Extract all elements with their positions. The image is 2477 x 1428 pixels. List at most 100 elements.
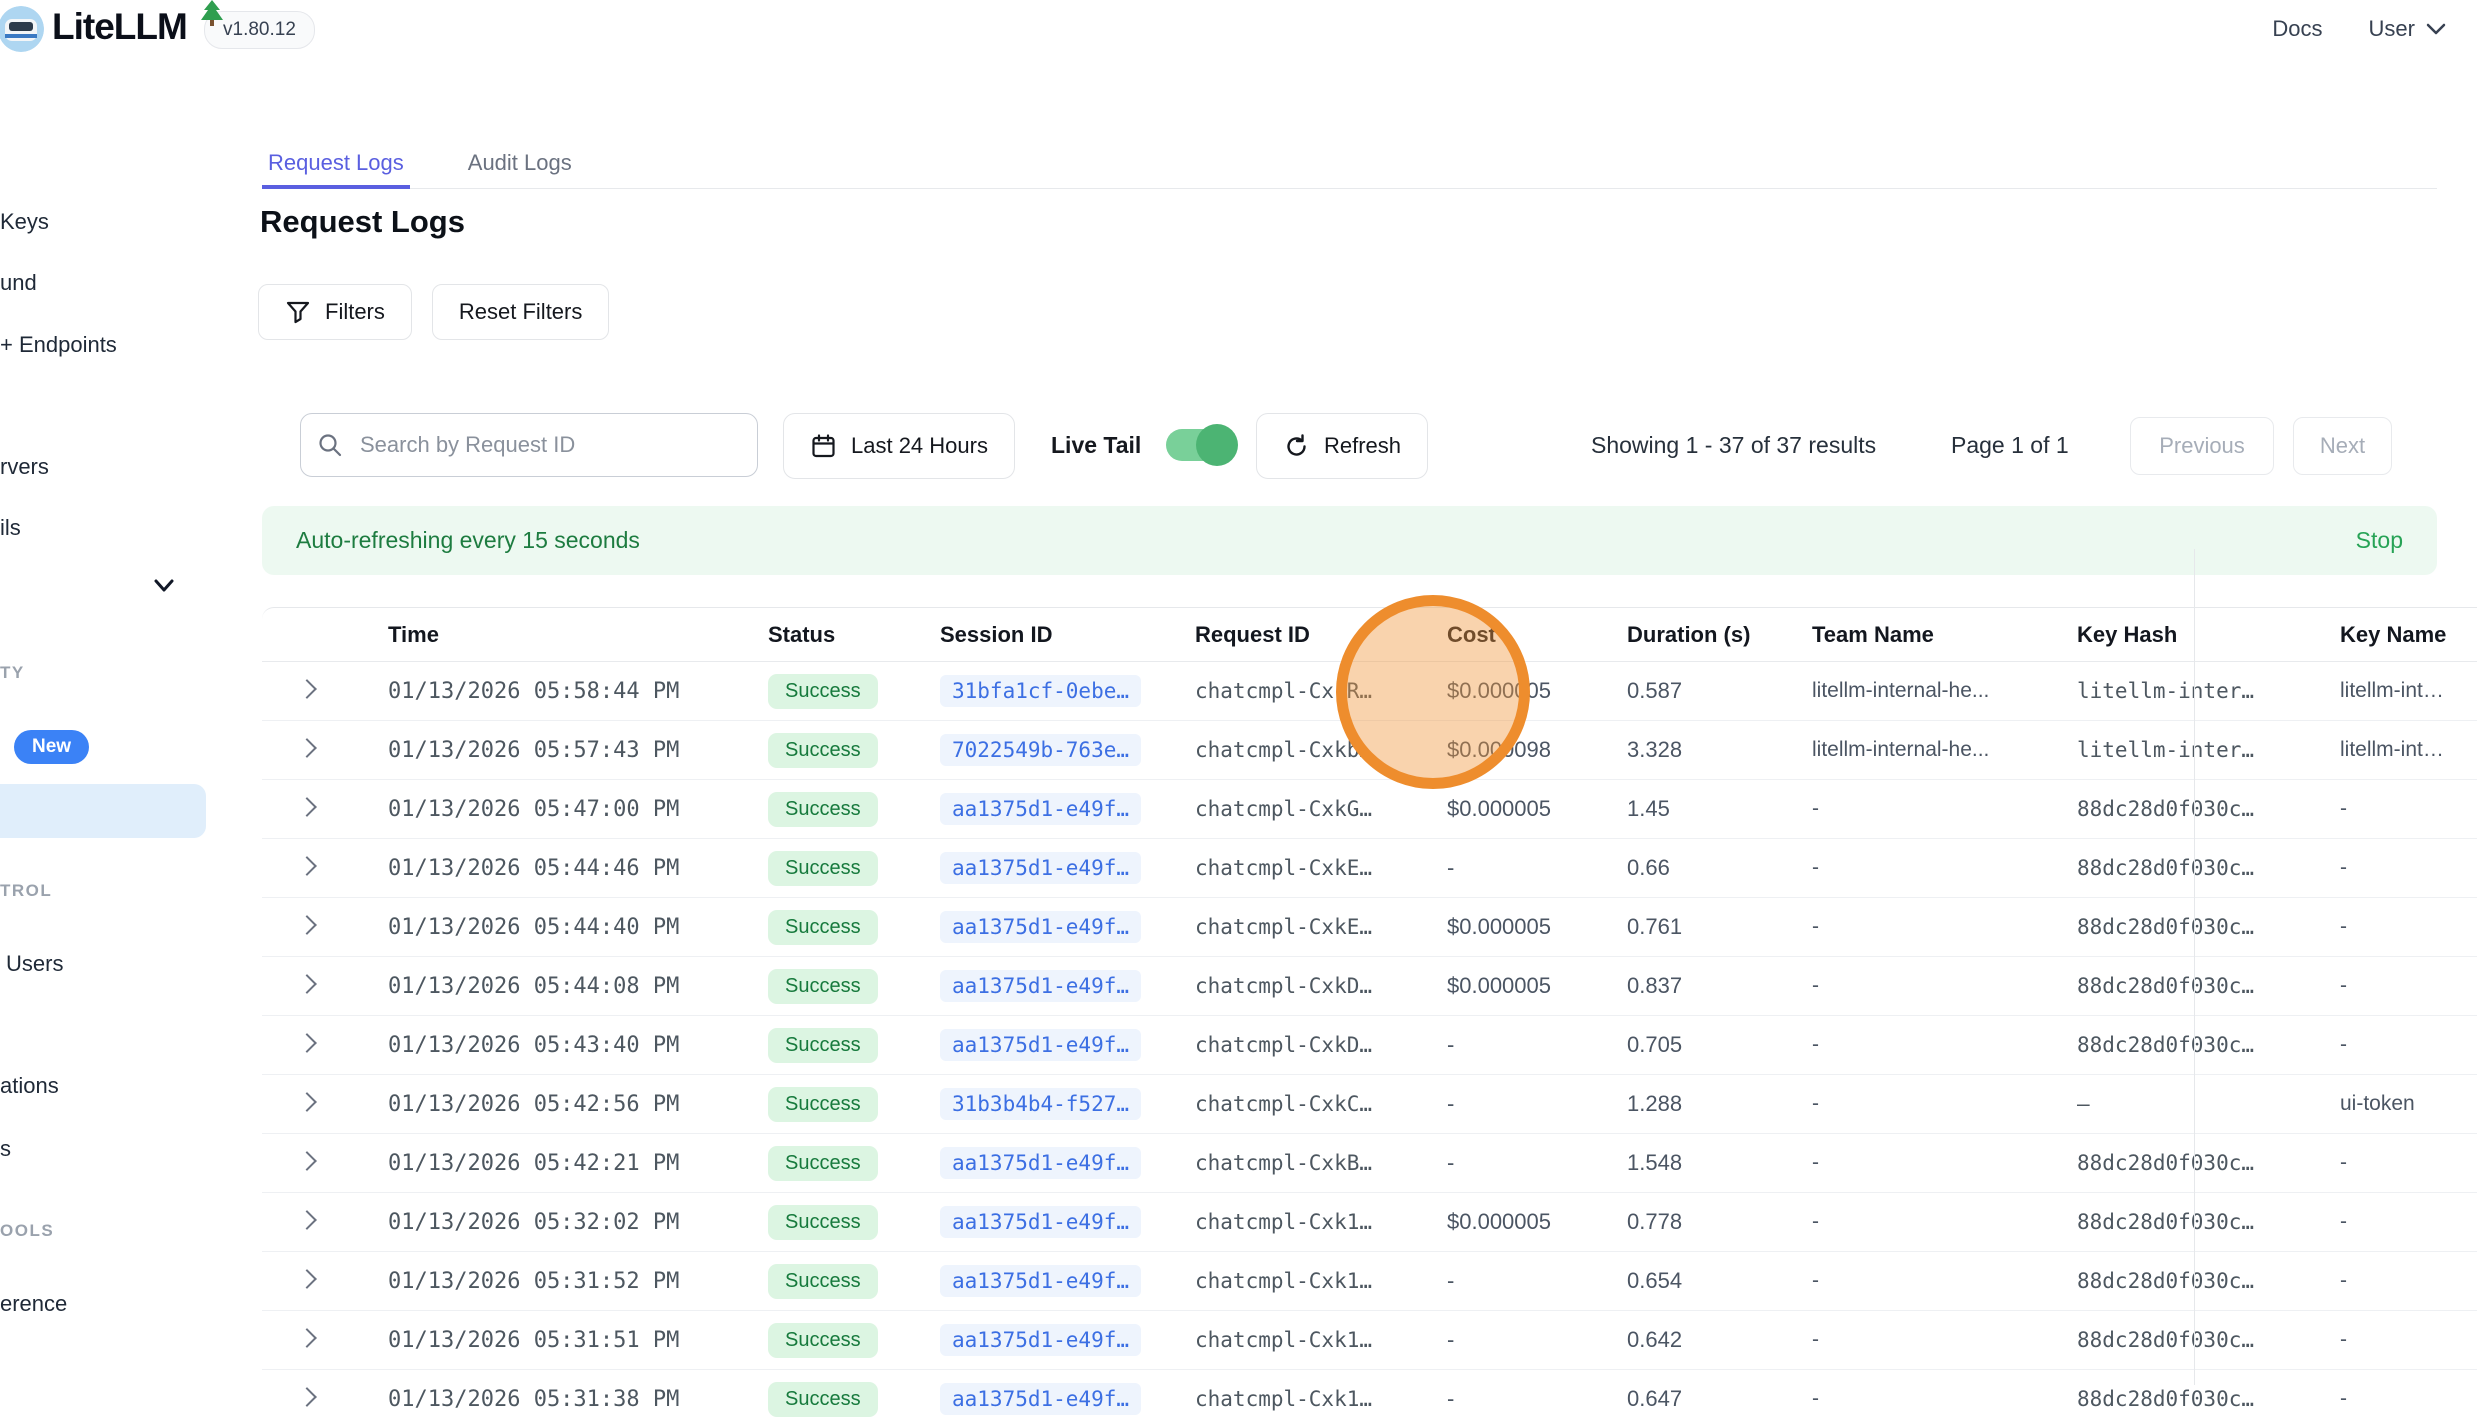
- session-id-link[interactable]: aa1375d1-e49f…: [940, 1265, 1141, 1297]
- request-id: chatcmpl-Cxk1…: [1195, 1328, 1372, 1352]
- tab-audit-logs[interactable]: Audit Logs: [462, 140, 578, 189]
- funnel-icon: [285, 299, 311, 325]
- duration-value: 0.66: [1627, 855, 1670, 880]
- status-badge: Success: [768, 1323, 878, 1358]
- user-menu[interactable]: User: [2369, 16, 2447, 42]
- cost-value: -: [1447, 1327, 1454, 1352]
- row-expand-chevron-icon[interactable]: [297, 915, 317, 935]
- row-time: 01/13/2026 05:43:40 PM: [388, 1033, 679, 1058]
- cost-value: $0.000005: [1447, 1209, 1551, 1234]
- key-name: -: [2340, 1210, 2347, 1233]
- log-table-row[interactable]: 01/13/2026 05:31:52 PM Success aa1375d1-…: [262, 1252, 2477, 1311]
- log-table-row[interactable]: 01/13/2026 05:43:40 PM Success aa1375d1-…: [262, 1016, 2477, 1075]
- row-time: 01/13/2026 05:44:08 PM: [388, 974, 679, 999]
- previous-page-button[interactable]: Previous: [2130, 417, 2274, 475]
- status-badge: Success: [768, 1264, 878, 1299]
- session-id-link[interactable]: aa1375d1-e49f…: [940, 1324, 1141, 1356]
- sidebar-item-keys[interactable]: Keys: [0, 209, 49, 235]
- row-expand-chevron-icon[interactable]: [297, 1092, 317, 1112]
- request-id: chatcmpl-Cxkb…: [1195, 738, 1372, 762]
- row-time: 01/13/2026 05:44:46 PM: [388, 856, 679, 881]
- row-expand-chevron-icon[interactable]: [297, 856, 317, 876]
- col-key-name: Key Name: [2340, 608, 2477, 662]
- sidebar-item-teams[interactable]: s: [0, 1136, 11, 1162]
- sidebar-item-guardrails[interactable]: ils: [0, 515, 21, 541]
- row-expand-chevron-icon[interactable]: [297, 1328, 317, 1348]
- key-name: litellm-int…: [2340, 679, 2444, 702]
- row-expand-chevron-icon[interactable]: [297, 1033, 317, 1053]
- tab-bar: Request Logs Audit Logs: [262, 140, 2437, 189]
- log-table-row[interactable]: 01/13/2026 05:42:21 PM Success aa1375d1-…: [262, 1134, 2477, 1193]
- refresh-button-label: Refresh: [1324, 433, 1401, 459]
- log-table-row[interactable]: 01/13/2026 05:47:00 PM Success aa1375d1-…: [262, 780, 2477, 839]
- key-name: -: [2340, 797, 2347, 820]
- log-table-row[interactable]: 01/13/2026 05:44:08 PM Success aa1375d1-…: [262, 957, 2477, 1016]
- filters-button[interactable]: Filters: [258, 284, 412, 340]
- row-time: 01/13/2026 05:31:51 PM: [388, 1328, 679, 1353]
- log-table-row[interactable]: 01/13/2026 05:57:43 PM Success 7022549b-…: [262, 721, 2477, 780]
- row-expand-chevron-icon[interactable]: [297, 738, 317, 758]
- sidebar-item-organizations[interactable]: ations: [0, 1073, 59, 1099]
- status-badge: Success: [768, 1028, 878, 1063]
- session-id-link[interactable]: aa1375d1-e49f…: [940, 852, 1141, 884]
- log-table-row[interactable]: 01/13/2026 05:32:02 PM Success aa1375d1-…: [262, 1193, 2477, 1252]
- session-id-link[interactable]: aa1375d1-e49f…: [940, 1029, 1141, 1061]
- docs-link[interactable]: Docs: [2272, 16, 2322, 42]
- key-hash: 88dc28d0f030c…: [2077, 1269, 2254, 1293]
- reset-filters-button[interactable]: Reset Filters: [432, 284, 609, 340]
- row-expand-chevron-icon[interactable]: [297, 1269, 317, 1289]
- request-id: chatcmpl-Cxk1…: [1195, 1269, 1372, 1293]
- log-table-row[interactable]: 01/13/2026 05:58:44 PM Success 31bfa1cf-…: [262, 662, 2477, 721]
- cost-value: -: [1447, 1032, 1454, 1057]
- key-hash: 88dc28d0f030c…: [2077, 915, 2254, 939]
- row-expand-chevron-icon[interactable]: [297, 1151, 317, 1171]
- session-id-link[interactable]: aa1375d1-e49f…: [940, 1383, 1141, 1415]
- time-range-label: Last 24 Hours: [851, 433, 988, 459]
- sidebar-item-servers[interactable]: rvers: [0, 454, 49, 480]
- row-expand-chevron-icon[interactable]: [297, 1387, 317, 1407]
- main-content: Request Logs Audit Logs Request Logs Fil…: [262, 58, 2477, 1385]
- row-expand-chevron-icon[interactable]: [297, 974, 317, 994]
- auto-refresh-stop-button[interactable]: Stop: [2356, 527, 2403, 554]
- log-table-row[interactable]: 01/13/2026 05:44:46 PM Success aa1375d1-…: [262, 839, 2477, 898]
- session-id-link[interactable]: aa1375d1-e49f…: [940, 911, 1141, 943]
- log-table-row[interactable]: 01/13/2026 05:31:38 PM Success aa1375d1-…: [262, 1370, 2477, 1428]
- session-id-link[interactable]: aa1375d1-e49f…: [940, 1206, 1141, 1238]
- session-id-link[interactable]: 31b3b4b4-f527…: [940, 1088, 1141, 1120]
- sidebar-expand-chevron-icon[interactable]: [152, 578, 176, 594]
- sidebar-item-logs-selected[interactable]: [0, 784, 206, 838]
- key-name: -: [2340, 915, 2347, 938]
- session-id-link[interactable]: aa1375d1-e49f…: [940, 970, 1141, 1002]
- team-name: -: [1812, 797, 1819, 820]
- live-tail-label: Live Tail: [1051, 413, 1141, 477]
- row-expand-chevron-icon[interactable]: [297, 797, 317, 817]
- sidebar-section-access-control: TROL: [0, 881, 52, 901]
- sidebar-item-users[interactable]: Users: [6, 951, 63, 977]
- chevron-down-icon: [2425, 22, 2447, 36]
- tab-request-logs[interactable]: Request Logs: [262, 140, 410, 189]
- sidebar-item-playground[interactable]: und: [0, 270, 37, 296]
- live-tail-toggle[interactable]: [1166, 429, 1232, 461]
- sidebar-item-api-reference[interactable]: erence: [0, 1291, 67, 1317]
- request-id: chatcmpl-CxkR…: [1195, 679, 1372, 703]
- sidebar-item-models-endpoints[interactable]: + Endpoints: [0, 332, 117, 358]
- session-id-link[interactable]: 7022549b-763e…: [940, 734, 1141, 766]
- search-box: [300, 413, 758, 477]
- session-id-link[interactable]: 31bfa1cf-0ebe…: [940, 675, 1141, 707]
- log-table-row[interactable]: 01/13/2026 05:31:51 PM Success aa1375d1-…: [262, 1311, 2477, 1370]
- row-expand-chevron-icon[interactable]: [297, 1210, 317, 1230]
- refresh-button[interactable]: Refresh: [1256, 413, 1428, 479]
- sidebar-section-tools: OOLS: [0, 1221, 54, 1241]
- key-hash: 88dc28d0f030c…: [2077, 1328, 2254, 1352]
- time-range-button[interactable]: Last 24 Hours: [783, 413, 1015, 479]
- search-input[interactable]: [358, 431, 741, 459]
- next-page-button[interactable]: Next: [2293, 417, 2392, 475]
- filters-button-label: Filters: [325, 299, 385, 325]
- key-name: -: [2340, 974, 2347, 997]
- request-logs-table: Time Status Session ID Request ID Cost D…: [262, 607, 2477, 1428]
- session-id-link[interactable]: aa1375d1-e49f…: [940, 793, 1141, 825]
- row-expand-chevron-icon[interactable]: [297, 679, 317, 699]
- session-id-link[interactable]: aa1375d1-e49f…: [940, 1147, 1141, 1179]
- log-table-row[interactable]: 01/13/2026 05:44:40 PM Success aa1375d1-…: [262, 898, 2477, 957]
- log-table-row[interactable]: 01/13/2026 05:42:56 PM Success 31b3b4b4-…: [262, 1075, 2477, 1134]
